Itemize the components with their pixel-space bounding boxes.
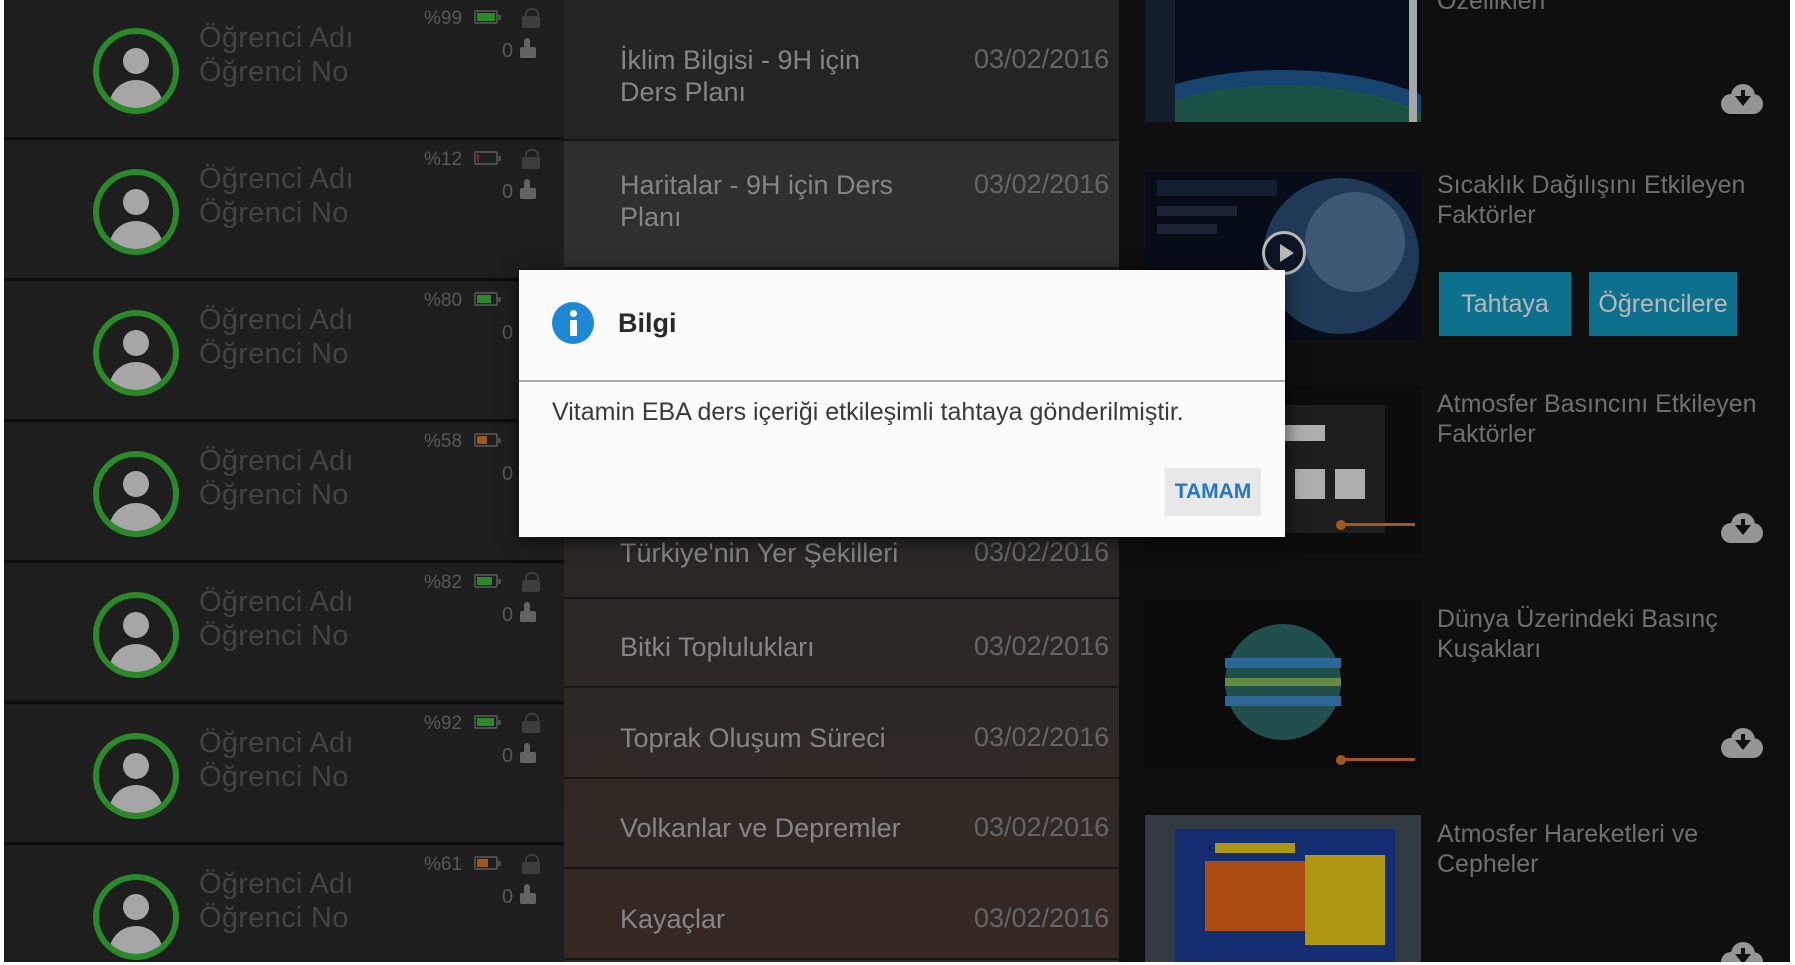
dialog-divider [519, 380, 1285, 382]
info-icon [552, 302, 594, 344]
dialog-title: Bilgi [618, 308, 677, 338]
dialog-message: Vitamin EBA ders içeriği etkileşimli tah… [552, 398, 1184, 426]
ok-button[interactable]: TAMAM [1165, 468, 1261, 516]
info-dialog: Bilgi Vitamin EBA ders içeriği etkileşim… [519, 270, 1285, 537]
app-screen: Öğrenci Adı Öğrenci No %99 0 Öğrenci Adı… [4, 0, 1790, 962]
